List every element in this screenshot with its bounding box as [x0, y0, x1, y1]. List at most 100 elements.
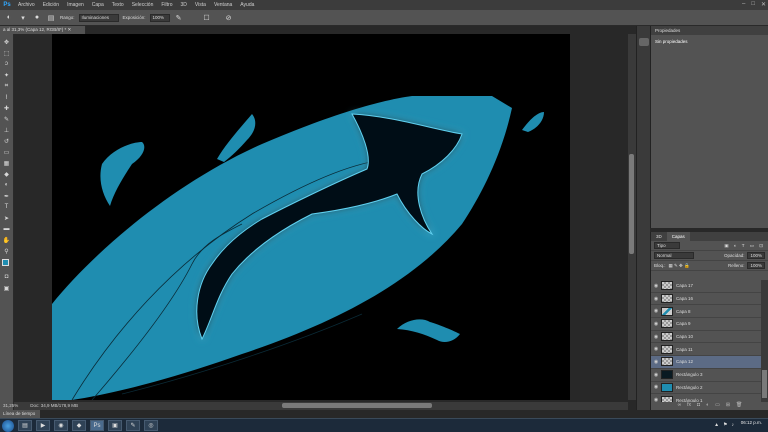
- menu-item-8[interactable]: Vista: [191, 0, 210, 10]
- trash-icon[interactable]: 🗑: [736, 402, 742, 410]
- layer-row[interactable]: ◉ Capa 17: [651, 280, 761, 293]
- timeline-tab[interactable]: Línea de tiempo: [0, 410, 40, 418]
- task-player-icon[interactable]: ▶: [36, 420, 50, 431]
- visibility-eye-icon[interactable]: ◉: [651, 308, 661, 314]
- brush-size-icon[interactable]: ●: [32, 13, 42, 23]
- hand-tool-icon[interactable]: ✋: [2, 236, 12, 244]
- minimize-button[interactable]: –: [742, 1, 745, 8]
- exposure-input[interactable]: 100%: [149, 13, 170, 22]
- canvas-area[interactable]: [14, 34, 636, 400]
- task-photoshop-icon[interactable]: Ps: [90, 420, 104, 431]
- menu-item-4[interactable]: Texto: [108, 0, 128, 10]
- task-app-icon[interactable]: ◆: [72, 420, 86, 431]
- pen-tool-icon[interactable]: ✒: [2, 192, 12, 200]
- quick-select-tool-icon[interactable]: ✦: [2, 71, 12, 79]
- protect-tones-icon[interactable]: ☐: [202, 13, 212, 23]
- history-brush-tool-icon[interactable]: ↺: [2, 137, 12, 145]
- foreground-color[interactable]: [1, 259, 9, 266]
- blend-mode-select[interactable]: Normal: [654, 252, 694, 259]
- menu-item-10[interactable]: Ayuda: [236, 0, 258, 10]
- volume-icon[interactable]: ♪: [732, 422, 735, 428]
- visibility-eye-icon[interactable]: ◉: [651, 384, 661, 390]
- gradient-tool-icon[interactable]: ▦: [2, 159, 12, 167]
- healing-tool-icon[interactable]: ✚: [2, 104, 12, 112]
- link-icon[interactable]: ∞: [678, 402, 682, 410]
- clock[interactable]: 06:12 p.m.: [741, 420, 762, 426]
- visibility-eye-icon[interactable]: ◉: [651, 359, 661, 365]
- shape-tool-icon[interactable]: ▬: [2, 225, 12, 233]
- layer-row[interactable]: ◉ Rectángulo 1: [651, 394, 761, 402]
- history-panel-icon[interactable]: [639, 38, 649, 46]
- eyedropper-tool-icon[interactable]: ⌇: [2, 93, 12, 101]
- properties-tab[interactable]: Propiedades: [651, 26, 768, 35]
- zoom-level[interactable]: 31,25%: [3, 402, 18, 410]
- tool-preset-chevron-icon[interactable]: ▾: [18, 13, 28, 23]
- menu-item-0[interactable]: Archivo: [14, 0, 39, 10]
- layers-scroll-thumb[interactable]: [762, 370, 767, 398]
- quick-mask-icon[interactable]: ◘: [2, 273, 12, 281]
- stamp-tool-icon[interactable]: ⊥: [2, 126, 12, 134]
- layer-row[interactable]: ◉ Capa 11: [651, 343, 761, 357]
- menu-item-7[interactable]: 3D: [177, 0, 191, 10]
- task-app4-icon[interactable]: ◎: [144, 420, 158, 431]
- vertical-scrollbar[interactable]: [628, 34, 636, 400]
- dodge-tool-icon[interactable]: ◐: [4, 13, 14, 23]
- visibility-eye-icon[interactable]: ◉: [651, 372, 661, 378]
- menu-item-6[interactable]: Filtro: [157, 0, 176, 10]
- task-folder-icon[interactable]: ▤: [18, 420, 32, 431]
- move-tool-icon[interactable]: ✥: [2, 38, 12, 46]
- lasso-tool-icon[interactable]: ↄ: [2, 60, 12, 68]
- close-button[interactable]: ✕: [761, 1, 766, 8]
- tab-3d[interactable]: 3D: [651, 232, 667, 241]
- menu-item-3[interactable]: Capa: [88, 0, 108, 10]
- range-select[interactable]: Iluminaciones: [78, 13, 119, 22]
- task-app3-icon[interactable]: ✎: [126, 420, 140, 431]
- dodge-tool-icon[interactable]: ◐: [2, 181, 12, 189]
- blur-tool-icon[interactable]: ◆: [2, 170, 12, 178]
- fill-input[interactable]: 100%: [747, 262, 765, 269]
- tab-layers[interactable]: Capas: [666, 232, 690, 241]
- visibility-eye-icon[interactable]: ◉: [651, 321, 661, 327]
- menu-item-1[interactable]: Edición: [39, 0, 63, 10]
- layer-row[interactable]: ◉ Capa 10: [651, 331, 761, 344]
- brush-tool-icon[interactable]: ✎: [2, 115, 12, 123]
- crop-tool-icon[interactable]: ⌗: [2, 82, 12, 90]
- pressure-size-icon[interactable]: ⊘: [224, 13, 234, 23]
- start-button[interactable]: [2, 419, 14, 432]
- folder-icon[interactable]: ▭: [715, 402, 720, 410]
- brush-panel-icon[interactable]: ▤: [46, 13, 56, 23]
- adjustment-icon[interactable]: ◐: [706, 402, 709, 410]
- lock-icons[interactable]: ▦ ✎ ✥ 🔒: [669, 263, 690, 269]
- type-tool-icon[interactable]: T: [2, 203, 12, 211]
- flag-icon[interactable]: ⚑: [723, 422, 727, 428]
- layer-row[interactable]: ◉ Capa 9: [651, 318, 761, 331]
- path-select-tool-icon[interactable]: ➤: [2, 214, 12, 222]
- layer-row[interactable]: ◉ Rectángulo 2: [651, 382, 761, 395]
- document-canvas[interactable]: [52, 34, 570, 400]
- task-app2-icon[interactable]: ▣: [108, 420, 122, 431]
- visibility-eye-icon[interactable]: ◉: [651, 296, 661, 302]
- menu-item-9[interactable]: Ventana: [210, 0, 236, 10]
- zoom-tool-icon[interactable]: ⚲: [2, 247, 12, 255]
- layer-row[interactable]: ◉ Capa 12: [651, 356, 761, 369]
- color-swatches[interactable]: [1, 258, 13, 270]
- mask-icon[interactable]: ◘: [697, 402, 700, 410]
- vertical-scroll-thumb[interactable]: [629, 154, 634, 254]
- layer-filter-select[interactable]: Tipo: [654, 242, 680, 249]
- eraser-tool-icon[interactable]: ▭: [2, 148, 12, 156]
- filter-icons[interactable]: ▣ ◐ T ▭ ⊡: [724, 243, 765, 249]
- menu-item-2[interactable]: Imagen: [63, 0, 88, 10]
- document-tab[interactable]: a al 31,3% (Capa 12, RGB/8*) * ✕: [0, 26, 86, 34]
- maximize-button[interactable]: □: [751, 1, 755, 8]
- horizontal-scrollbar[interactable]: [14, 402, 628, 410]
- fx-icon[interactable]: fx: [687, 402, 691, 410]
- layer-row[interactable]: ◉ Capa 16: [651, 293, 761, 306]
- layer-row[interactable]: ◉ Capa 8: [651, 305, 761, 319]
- horizontal-scroll-thumb[interactable]: [282, 403, 432, 408]
- opacity-input[interactable]: 100%: [747, 252, 765, 259]
- task-browser-icon[interactable]: ◉: [54, 420, 68, 431]
- network-icon[interactable]: ▲: [714, 422, 719, 428]
- screen-mode-icon[interactable]: ▣: [2, 284, 12, 292]
- menu-item-5[interactable]: Selección: [128, 0, 158, 10]
- visibility-eye-icon[interactable]: ◉: [651, 283, 661, 289]
